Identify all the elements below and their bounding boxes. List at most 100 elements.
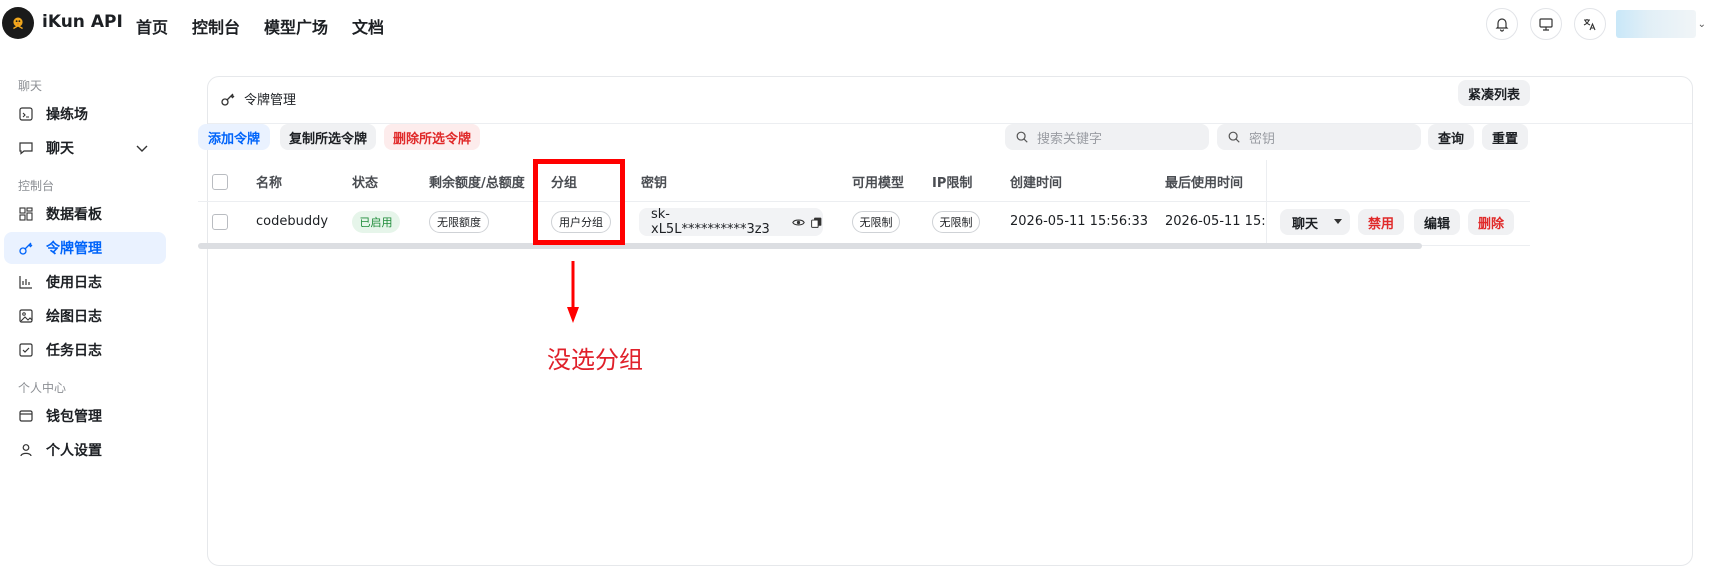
sidebar-item-drawing-log[interactable]: 绘图日志 <box>4 300 166 332</box>
annotation-arrow-icon <box>565 261 581 329</box>
sidebar-item-label: 操练场 <box>46 107 88 123</box>
eye-icon[interactable] <box>792 216 805 229</box>
delete-button[interactable]: 删除 <box>1468 209 1514 235</box>
sidebar-item-tokens[interactable]: 令牌管理 <box>4 232 166 264</box>
app-logo[interactable] <box>2 7 34 39</box>
key-icon <box>18 240 34 256</box>
avatar <box>1616 10 1696 38</box>
sidebar-item-usage-log[interactable]: 使用日志 <box>4 266 166 298</box>
fixed-column-divider <box>1266 160 1267 202</box>
sidebar-item-label: 个人设置 <box>46 443 102 459</box>
sidebar-item-settings[interactable]: 个人设置 <box>4 434 166 466</box>
sidebar-group-console: 控制台 <box>18 179 55 193</box>
nav-models[interactable]: 模型广场 <box>264 14 328 38</box>
nav-docs[interactable]: 文档 <box>352 14 384 38</box>
playground-icon <box>18 106 34 122</box>
brand-name[interactable]: iKun API <box>42 12 123 32</box>
col-status[interactable]: 状态 <box>352 172 378 191</box>
sidebar-item-label: 数据看板 <box>46 207 102 223</box>
sidebar-group-chat: 聊天 <box>18 79 43 93</box>
col-key[interactable]: 密钥 <box>641 172 667 191</box>
col-ip-limit[interactable]: IP限制 <box>932 172 972 191</box>
user-icon <box>18 442 34 458</box>
col-models[interactable]: 可用模型 <box>852 172 904 191</box>
chat-action-button[interactable]: 聊天 <box>1280 209 1350 235</box>
chat-action-label: 聊天 <box>1292 216 1319 232</box>
add-token-button[interactable]: 添加令牌 <box>198 124 270 150</box>
models-tag: 无限制 <box>852 211 900 233</box>
sidebar-item-label: 令牌管理 <box>46 241 102 257</box>
sidebar-item-task-log[interactable]: 任务日志 <box>4 334 166 366</box>
col-name[interactable]: 名称 <box>256 172 282 191</box>
bar-chart-icon <box>18 274 34 290</box>
token-management-panel: 令牌管理 紧凑列表 添加令牌 复制所选令牌 删除所选令牌 搜索关键字 密钥 查询… <box>198 76 1693 566</box>
translate-icon <box>1583 19 1596 31</box>
horizontal-scrollbar[interactable] <box>198 243 1422 249</box>
sidebar-item-label: 任务日志 <box>46 343 102 359</box>
chat-icon <box>18 140 34 156</box>
col-created[interactable]: 创建时间 <box>1010 172 1062 191</box>
select-all-checkbox[interactable] <box>212 174 228 190</box>
annotation-highlight-box <box>533 159 625 245</box>
image-icon <box>18 308 34 324</box>
table-header: 名称 状态 剩余额度/总额度 分组 密钥 可用模型 IP限制 创建时间 最后使用… <box>198 160 1530 202</box>
key-placeholder: 密钥 <box>1249 131 1276 147</box>
chevron-down-icon: ⌄ <box>1697 18 1706 30</box>
key-icon <box>221 93 235 106</box>
copy-selected-button[interactable]: 复制所选令牌 <box>280 124 376 150</box>
reset-button[interactable]: 重置 <box>1482 124 1528 150</box>
sidebar-item-label: 聊天 <box>46 141 74 157</box>
dashboard-icon <box>18 206 34 222</box>
search-icon <box>1228 131 1240 143</box>
api-key-value: sk-xL5L**********3z3 <box>651 207 770 237</box>
delete-selected-button[interactable]: 删除所选令牌 <box>384 124 480 150</box>
sidebar-item-chat[interactable]: 聊天 <box>4 132 166 164</box>
caret-down-icon[interactable] <box>1332 215 1344 231</box>
api-key-field: sk-xL5L**********3z3 <box>639 207 823 237</box>
user-menu[interactable]: ⌄ <box>1616 8 1706 40</box>
compact-list-button[interactable]: 紧凑列表 <box>1458 80 1530 106</box>
sidebar-group-personal: 个人中心 <box>18 381 67 395</box>
top-bar: iKun API 首页 控制台 模型广场 文档 ⌄ <box>0 0 1720 48</box>
status-badge: 已启用 <box>352 211 400 233</box>
panel-title: 令牌管理 <box>244 93 297 108</box>
fixed-column-divider <box>1266 200 1267 246</box>
col-last-used[interactable]: 最后使用时间 <box>1165 172 1243 191</box>
token-name: codebuddy <box>256 214 329 229</box>
bell-icon <box>1495 18 1509 32</box>
chick-logo-icon <box>13 17 23 30</box>
query-button[interactable]: 查询 <box>1428 124 1474 150</box>
sidebar-item-label: 绘图日志 <box>46 309 102 325</box>
sidebar-item-dashboard[interactable]: 数据看板 <box>4 198 166 230</box>
col-quota[interactable]: 剩余额度/总额度 <box>429 172 525 191</box>
sidebar-item-label: 使用日志 <box>46 275 102 291</box>
row-checkbox[interactable] <box>212 214 228 230</box>
disable-button[interactable]: 禁用 <box>1358 209 1404 235</box>
top-nav: 首页 控制台 模型广场 文档 <box>136 14 384 38</box>
quota-tag: 无限额度 <box>429 211 489 233</box>
key-search-input[interactable]: 密钥 <box>1217 124 1421 150</box>
ip-limit-tag: 无限制 <box>932 211 980 233</box>
table-row[interactable]: codebuddy 已启用 无限额度 用户分组 sk-xL5L*********… <box>198 200 1530 246</box>
monitor-icon <box>1539 18 1553 31</box>
sidebar-item-wallet[interactable]: 钱包管理 <box>4 400 166 432</box>
chevron-down-icon[interactable] <box>134 140 150 160</box>
notification-button[interactable] <box>1486 8 1518 40</box>
checklist-icon <box>18 342 34 358</box>
sidebar: 聊天 操练场 聊天 控制台 数据看板 令牌管理 使用日志 绘图日志 任务日志 个… <box>0 76 172 468</box>
created-time: 2026-05-11 15:56:33 <box>1010 214 1149 229</box>
sidebar-item-playground[interactable]: 操练场 <box>4 98 166 130</box>
last-used-time: 2026-05-11 15:56 <box>1165 214 1265 229</box>
copy-icon[interactable] <box>810 216 823 229</box>
sidebar-item-label: 钱包管理 <box>46 409 102 425</box>
keyword-search-input[interactable]: 搜索关键字 <box>1005 124 1209 150</box>
nav-home[interactable]: 首页 <box>136 14 168 38</box>
nav-console[interactable]: 控制台 <box>192 14 240 38</box>
display-button[interactable] <box>1530 8 1562 40</box>
language-button[interactable] <box>1574 8 1606 40</box>
search-placeholder: 搜索关键字 <box>1037 131 1103 147</box>
annotation-text: 没选分组 <box>547 346 643 374</box>
panel-header: 令牌管理 <box>220 89 296 108</box>
edit-button[interactable]: 编辑 <box>1414 209 1460 235</box>
search-icon <box>1016 131 1028 143</box>
